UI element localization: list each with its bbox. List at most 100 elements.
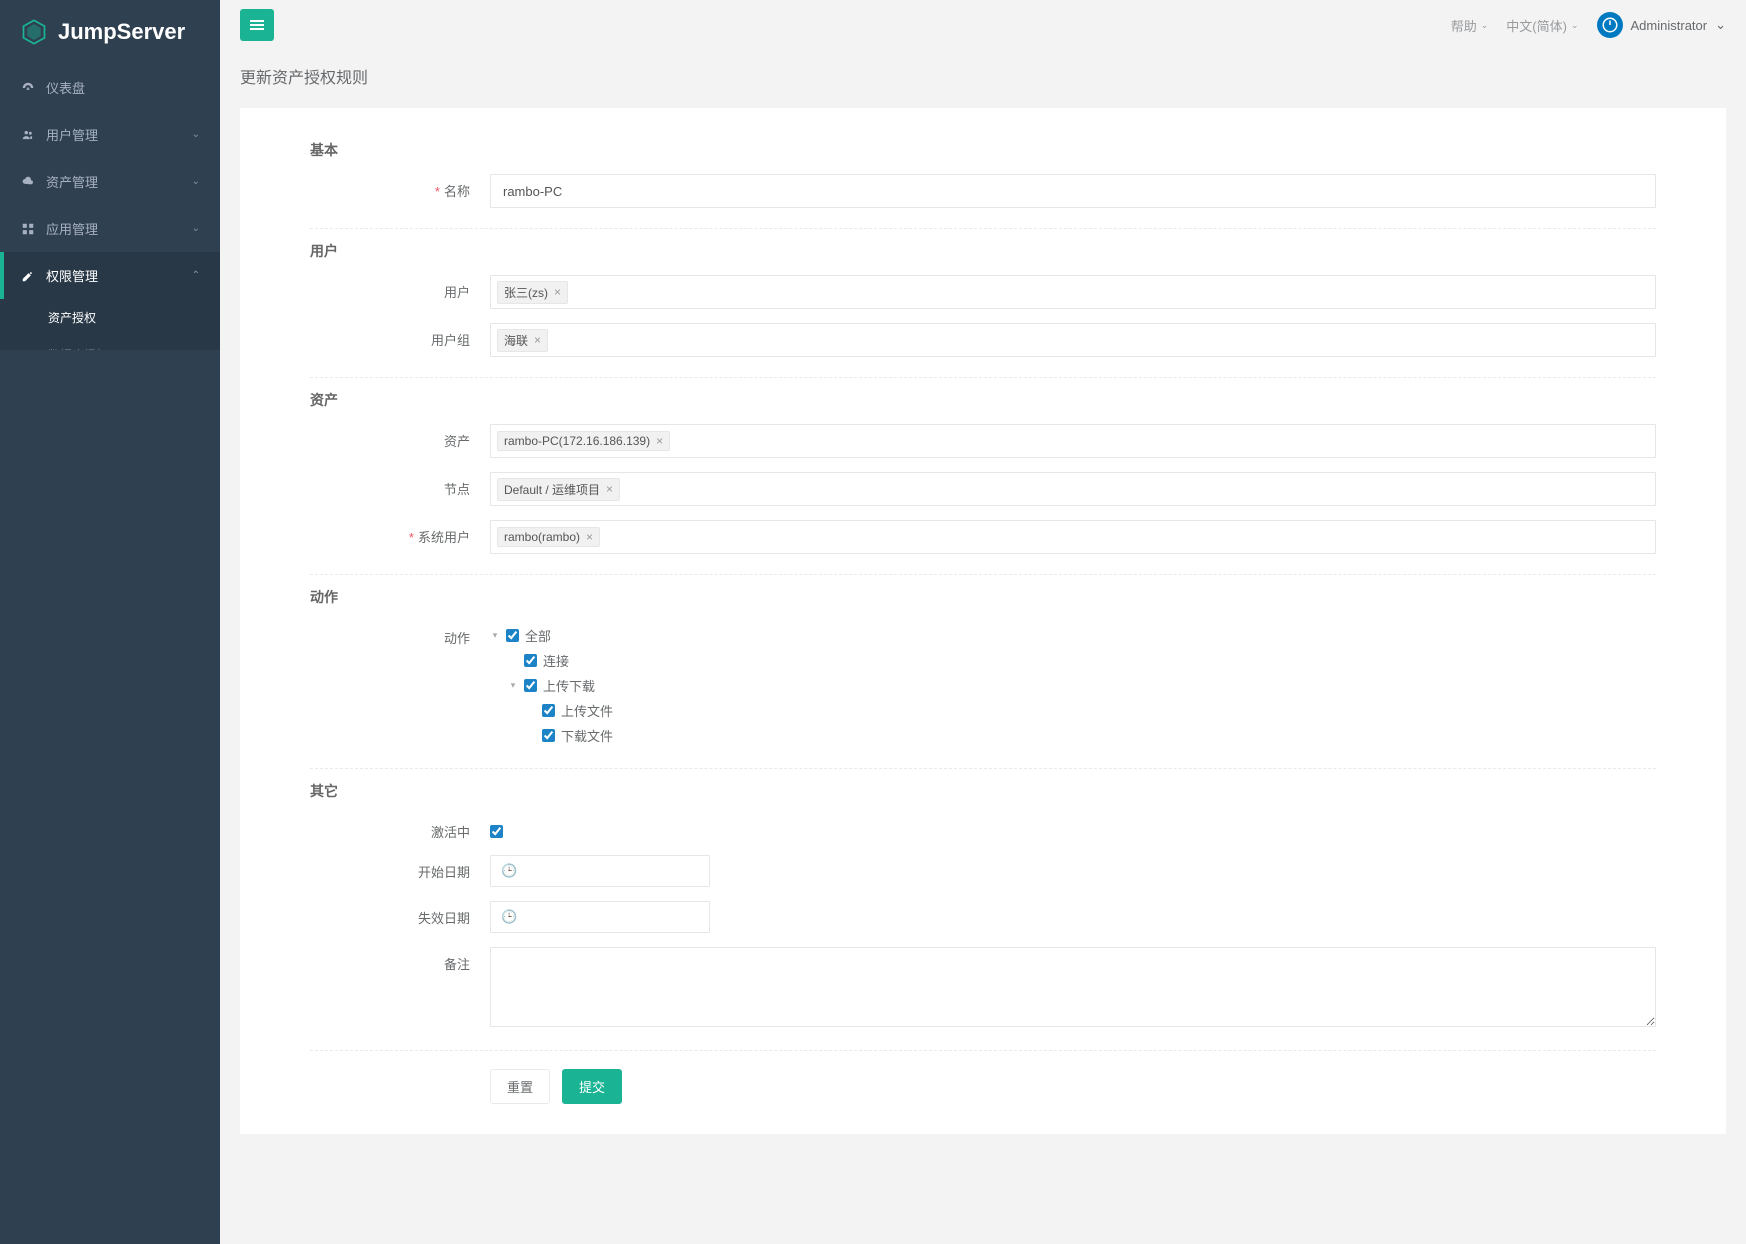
comment-textarea[interactable]	[490, 947, 1656, 1027]
tag: Default / 运维项目×	[497, 478, 620, 501]
tree-node-updown: ▾ 上传下载	[508, 673, 1656, 698]
tree-label[interactable]: 上传下载	[543, 676, 595, 695]
section-user: 用户 用户 张三(zs)× 用户组 海联×	[310, 229, 1656, 378]
logo-text: JumpServer	[58, 19, 185, 45]
sidebar: JumpServer 仪表盘 用户管理 ⌄ 资产管理 ⌄ 应用管理 ⌄	[0, 0, 220, 1244]
sidebar-item-apps[interactable]: 应用管理 ⌄	[0, 205, 220, 252]
dashboard-icon	[20, 80, 36, 96]
sidebar-toggle-button[interactable]	[240, 9, 274, 41]
chevron-down-icon: ⌄	[192, 176, 200, 187]
help-label: 帮助	[1451, 16, 1477, 35]
comment-label: 备注	[310, 947, 490, 973]
nav: 仪表盘 用户管理 ⌄ 资产管理 ⌄ 应用管理 ⌄ 权限管理 ⌃	[0, 64, 220, 350]
lang-menu[interactable]: 中文(简体) ⌄	[1506, 16, 1578, 35]
chevron-down-icon: ⌄	[1481, 20, 1489, 31]
chevron-down-icon: ⌄	[192, 223, 200, 234]
section-title: 基本	[310, 140, 1656, 160]
main: 帮助 ⌄ 中文(简体) ⌄ Administrator ⌄ 更新资产授权规则 基本 …	[220, 0, 1746, 1244]
tree-collapse-icon[interactable]: ▾	[490, 630, 500, 641]
expire-date-input[interactable]: 🕒	[490, 901, 710, 933]
tag: 海联×	[497, 329, 548, 352]
sidebar-item-perms[interactable]: 权限管理 ⌃	[0, 252, 220, 299]
lang-label: 中文(简体)	[1506, 16, 1567, 35]
tag-remove-icon[interactable]: ×	[534, 334, 541, 346]
expire-date-label: 失效日期	[310, 901, 490, 927]
tree-node-connect: 连接	[508, 648, 1656, 673]
tag-remove-icon[interactable]: ×	[606, 483, 613, 495]
edit-icon	[20, 268, 36, 284]
section-action: 动作 动作 ▾ 全部	[310, 575, 1656, 769]
action-label: 动作	[310, 621, 490, 647]
sidebar-item-users[interactable]: 用户管理 ⌄	[0, 111, 220, 158]
reset-button[interactable]: 重置	[490, 1069, 550, 1104]
checkbox-all[interactable]	[506, 629, 519, 642]
node-label: 节点	[310, 472, 490, 498]
node-tag-input[interactable]: Default / 运维项目×	[490, 472, 1656, 506]
section-title: 资产	[310, 390, 1656, 410]
tag: rambo(rambo)×	[497, 527, 600, 547]
nav-sub: 资产授权 数据库授权	[0, 299, 220, 350]
section-other: 其它 激活中 开始日期 🕒 失效日期 🕒 备注	[310, 769, 1656, 1051]
sidebar-item-assets[interactable]: 资产管理 ⌄	[0, 158, 220, 205]
section-title: 用户	[310, 241, 1656, 261]
tree-label[interactable]: 上传文件	[561, 701, 613, 720]
active-checkbox[interactable]	[490, 825, 503, 838]
tree-label[interactable]: 下载文件	[561, 726, 613, 745]
checkbox-download[interactable]	[542, 729, 555, 742]
asset-label: 资产	[310, 424, 490, 450]
chevron-up-icon: ⌃	[192, 270, 200, 281]
tag-remove-icon[interactable]: ×	[586, 531, 593, 543]
submit-button[interactable]: 提交	[562, 1069, 622, 1104]
sidebar-sub-asset-perm[interactable]: 资产授权	[0, 299, 220, 336]
nav-label: 资产管理	[46, 172, 192, 191]
topbar: 帮助 ⌄ 中文(简体) ⌄ Administrator ⌄	[220, 0, 1746, 50]
tree-collapse-icon[interactable]: ▾	[508, 680, 518, 691]
section-asset: 资产 资产 rambo-PC(172.16.186.139)× 节点 Defau…	[310, 378, 1656, 575]
sidebar-item-dashboard[interactable]: 仪表盘	[0, 64, 220, 111]
power-icon	[1601, 16, 1619, 34]
help-menu[interactable]: 帮助 ⌄	[1451, 16, 1489, 35]
tag-remove-icon[interactable]: ×	[656, 435, 663, 447]
clock-icon: 🕒	[501, 863, 517, 879]
usergroup-label: 用户组	[310, 323, 490, 349]
name-label: *名称	[310, 174, 490, 200]
tag: rambo-PC(172.16.186.139)×	[497, 431, 670, 451]
checkbox-updown[interactable]	[524, 679, 537, 692]
action-tree: ▾ 全部 连接 ▾	[490, 621, 1656, 748]
tree-node-all: ▾ 全部	[490, 623, 1656, 648]
page-title: 更新资产授权规则	[220, 50, 1746, 98]
usergroup-tag-input[interactable]: 海联×	[490, 323, 1656, 357]
users-icon	[20, 127, 36, 143]
sysuser-tag-input[interactable]: rambo(rambo)×	[490, 520, 1656, 554]
sidebar-sub-db-perm[interactable]: 数据库授权	[0, 336, 220, 350]
user-tag-input[interactable]: 张三(zs)×	[490, 275, 1656, 309]
active-label: 激活中	[310, 815, 490, 841]
tree-node-download: 下载文件	[526, 723, 1656, 748]
sysuser-label: *系统用户	[310, 520, 490, 546]
checkbox-upload[interactable]	[542, 704, 555, 717]
checkbox-connect[interactable]	[524, 654, 537, 667]
tag-remove-icon[interactable]: ×	[554, 286, 561, 298]
cloud-icon	[20, 174, 36, 190]
logo[interactable]: JumpServer	[0, 0, 220, 64]
tree-label[interactable]: 连接	[543, 651, 569, 670]
section-title: 其它	[310, 781, 1656, 801]
grid-icon	[20, 221, 36, 237]
chevron-down-icon: ⌄	[192, 129, 200, 140]
user-menu[interactable]: Administrator ⌄	[1597, 12, 1726, 38]
section-title: 动作	[310, 587, 1656, 607]
avatar	[1597, 12, 1623, 38]
form-panel: 基本 *名称 用户 用户 张三(zs)× 用户组 海联×	[240, 108, 1726, 1134]
chevron-down-icon: ⌄	[1571, 20, 1579, 31]
logo-icon	[20, 18, 48, 46]
tree-label[interactable]: 全部	[525, 626, 551, 645]
chevron-down-icon: ⌄	[1715, 17, 1726, 33]
nav-label: 应用管理	[46, 219, 192, 238]
name-input[interactable]	[490, 174, 1656, 208]
user-name: Administrator	[1631, 18, 1708, 33]
asset-tag-input[interactable]: rambo-PC(172.16.186.139)×	[490, 424, 1656, 458]
nav-label: 仪表盘	[46, 78, 200, 97]
start-date-input[interactable]: 🕒	[490, 855, 710, 887]
tag: 张三(zs)×	[497, 281, 568, 304]
nav-label: 权限管理	[46, 266, 192, 285]
